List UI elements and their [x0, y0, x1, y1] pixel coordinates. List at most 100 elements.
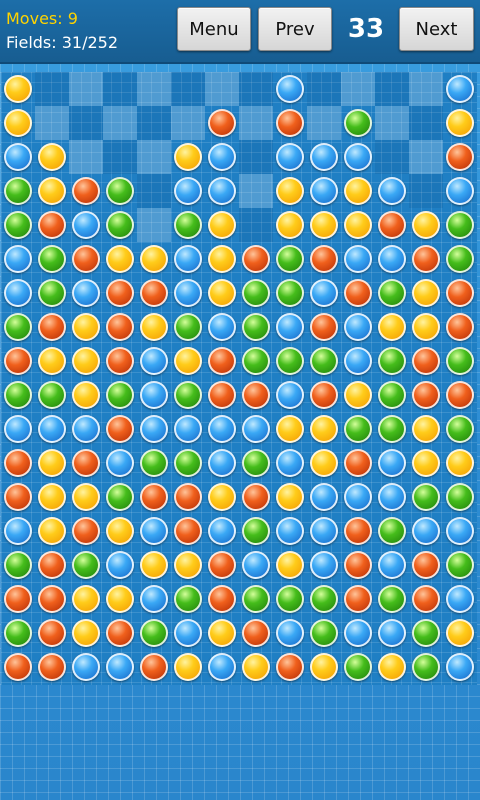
- green-ball[interactable]: [38, 279, 66, 307]
- red-ball[interactable]: [174, 483, 202, 511]
- board-cell-red[interactable]: [1, 582, 35, 616]
- orange-ball[interactable]: [276, 415, 304, 443]
- orange-ball[interactable]: [38, 143, 66, 171]
- red-ball[interactable]: [208, 381, 236, 409]
- green-ball[interactable]: [242, 517, 270, 545]
- board-cell-blue[interactable]: [137, 412, 171, 446]
- board-cell-orange[interactable]: [307, 208, 341, 242]
- red-ball[interactable]: [208, 551, 236, 579]
- red-ball[interactable]: [242, 483, 270, 511]
- board-cell-green[interactable]: [239, 514, 273, 548]
- blue-ball[interactable]: [310, 279, 338, 307]
- blue-ball[interactable]: [208, 517, 236, 545]
- green-ball[interactable]: [4, 313, 32, 341]
- blue-ball[interactable]: [344, 245, 372, 273]
- board-cell-orange[interactable]: [375, 310, 409, 344]
- board-cell-blue[interactable]: [443, 72, 477, 106]
- board-cell-red[interactable]: [239, 480, 273, 514]
- board-cell-red[interactable]: [137, 480, 171, 514]
- red-ball[interactable]: [38, 551, 66, 579]
- board-cell-red[interactable]: [35, 616, 69, 650]
- board-cell-red[interactable]: [1, 344, 35, 378]
- board-cell-red[interactable]: [1, 650, 35, 684]
- board-cell-blue[interactable]: [137, 514, 171, 548]
- orange-ball[interactable]: [208, 279, 236, 307]
- green-ball[interactable]: [378, 415, 406, 443]
- board-cell-red[interactable]: [171, 514, 205, 548]
- board-cell-green[interactable]: [103, 480, 137, 514]
- board-cell-green[interactable]: [341, 412, 375, 446]
- green-ball[interactable]: [446, 245, 474, 273]
- green-ball[interactable]: [276, 347, 304, 375]
- orange-ball[interactable]: [72, 313, 100, 341]
- board-cell-empty[interactable]: [409, 174, 443, 208]
- board-cell-orange[interactable]: [1, 72, 35, 106]
- orange-ball[interactable]: [344, 381, 372, 409]
- board-cell-empty[interactable]: [69, 106, 103, 140]
- blue-ball[interactable]: [174, 619, 202, 647]
- board-cell-blue[interactable]: [35, 412, 69, 446]
- board-cell-blue[interactable]: [69, 208, 103, 242]
- green-ball[interactable]: [378, 279, 406, 307]
- red-ball[interactable]: [72, 245, 100, 273]
- board-cell-green[interactable]: [375, 276, 409, 310]
- green-ball[interactable]: [106, 381, 134, 409]
- board-cell-orange[interactable]: [273, 480, 307, 514]
- red-ball[interactable]: [446, 279, 474, 307]
- red-ball[interactable]: [4, 483, 32, 511]
- orange-ball[interactable]: [38, 177, 66, 205]
- board-cell-blue[interactable]: [1, 140, 35, 174]
- board-cell-orange[interactable]: [69, 310, 103, 344]
- board-cell-empty[interactable]: [171, 106, 205, 140]
- green-ball[interactable]: [378, 585, 406, 613]
- board-cell-blue[interactable]: [307, 140, 341, 174]
- orange-ball[interactable]: [208, 483, 236, 511]
- orange-ball[interactable]: [72, 381, 100, 409]
- board-cell-orange[interactable]: [273, 174, 307, 208]
- board-cell-orange[interactable]: [273, 548, 307, 582]
- board-cell-orange[interactable]: [375, 650, 409, 684]
- board-cell-red[interactable]: [341, 582, 375, 616]
- board-cell-green[interactable]: [137, 446, 171, 480]
- blue-ball[interactable]: [378, 483, 406, 511]
- board-cell-green[interactable]: [171, 378, 205, 412]
- board-cell-blue[interactable]: [103, 650, 137, 684]
- board-cell-green[interactable]: [273, 344, 307, 378]
- board-cell-blue[interactable]: [443, 582, 477, 616]
- board-cell-blue[interactable]: [375, 242, 409, 276]
- board-cell-blue[interactable]: [1, 412, 35, 446]
- board-cell-empty[interactable]: [409, 140, 443, 174]
- green-ball[interactable]: [242, 347, 270, 375]
- board-cell-red[interactable]: [307, 242, 341, 276]
- green-ball[interactable]: [140, 619, 168, 647]
- board-cell-blue[interactable]: [137, 582, 171, 616]
- green-ball[interactable]: [446, 551, 474, 579]
- board-cell-orange[interactable]: [103, 582, 137, 616]
- menu-button[interactable]: Menu: [177, 7, 251, 51]
- board-cell-red[interactable]: [205, 582, 239, 616]
- board-cell-blue[interactable]: [1, 276, 35, 310]
- board-cell-red[interactable]: [69, 242, 103, 276]
- board-cell-green[interactable]: [103, 174, 137, 208]
- blue-ball[interactable]: [174, 415, 202, 443]
- board-cell-green[interactable]: [443, 242, 477, 276]
- board-cell-orange[interactable]: [137, 242, 171, 276]
- board-cell-empty[interactable]: [205, 72, 239, 106]
- orange-ball[interactable]: [4, 109, 32, 137]
- green-ball[interactable]: [412, 619, 440, 647]
- blue-ball[interactable]: [4, 143, 32, 171]
- board-cell-green[interactable]: [1, 174, 35, 208]
- board-cell-blue[interactable]: [341, 480, 375, 514]
- green-ball[interactable]: [412, 483, 440, 511]
- board-cell-green[interactable]: [307, 344, 341, 378]
- orange-ball[interactable]: [140, 551, 168, 579]
- board-cell-green[interactable]: [1, 616, 35, 650]
- red-ball[interactable]: [72, 449, 100, 477]
- orange-ball[interactable]: [208, 211, 236, 239]
- board-cell-red[interactable]: [307, 378, 341, 412]
- green-ball[interactable]: [174, 449, 202, 477]
- orange-ball[interactable]: [140, 245, 168, 273]
- board-cell-blue[interactable]: [239, 548, 273, 582]
- green-ball[interactable]: [344, 415, 372, 443]
- board-cell-empty[interactable]: [307, 106, 341, 140]
